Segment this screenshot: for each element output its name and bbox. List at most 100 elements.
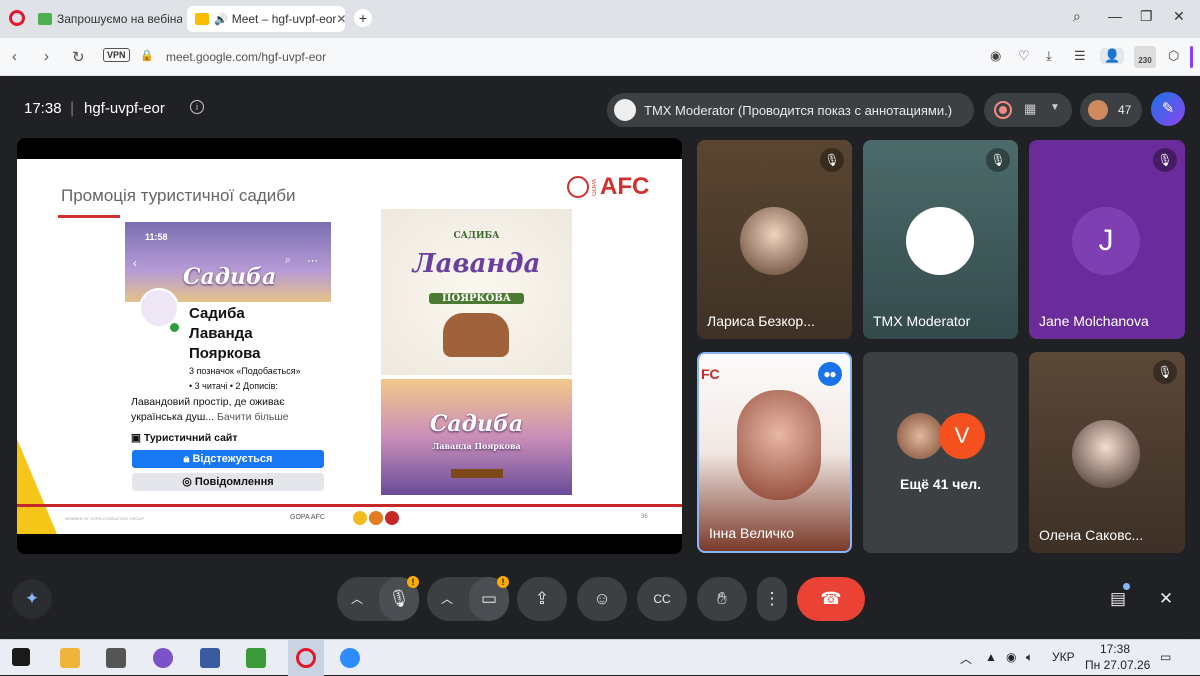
tab-label: Meet – hgf-uvpf-eor bbox=[231, 12, 337, 26]
mail-icon bbox=[38, 13, 52, 25]
participant-tile[interactable]: 🎙︎ Лариса Безкор... bbox=[697, 140, 852, 339]
heart-icon[interactable]: ♡ bbox=[1018, 48, 1030, 64]
chevron-up-icon[interactable]: ︿ bbox=[351, 577, 363, 621]
address-bar: ‹ › ↻ VPN 🔒 meet.google.com/hgf-uvpf-eor… bbox=[0, 38, 1200, 76]
name-line: Садиба bbox=[189, 305, 245, 322]
opera-icon[interactable] bbox=[296, 648, 316, 668]
message-label: Повідомлення bbox=[194, 476, 274, 488]
profile-icon[interactable]: 👤 bbox=[1100, 48, 1125, 64]
lock-icon[interactable]: 🔒 bbox=[140, 49, 154, 62]
opera-logo-icon[interactable] bbox=[9, 10, 25, 26]
new-tab-button[interactable]: + bbox=[354, 9, 372, 27]
chevron-up-icon[interactable]: ︿ bbox=[441, 577, 453, 621]
volume-icon[interactable]: 🔈︎ bbox=[1026, 650, 1033, 665]
captions-icon[interactable]: CC bbox=[637, 577, 687, 621]
category-text: Туристичний сайт bbox=[143, 432, 238, 444]
globe-icon bbox=[567, 176, 589, 198]
slide-title: Промоція туристичної садиби bbox=[61, 186, 296, 205]
minimize-button[interactable]: — bbox=[1108, 8, 1122, 24]
participant-name: Олена Саковс... bbox=[1039, 527, 1144, 543]
avatar: V bbox=[939, 413, 985, 459]
lavanda-logo-image: САДИБА Лаванда ПОЯРКОВА bbox=[381, 209, 572, 375]
logo-line: САДИБА bbox=[453, 231, 500, 241]
download-icon[interactable]: ⤓ bbox=[1046, 48, 1052, 64]
back-icon[interactable]: ‹ bbox=[12, 48, 17, 65]
facebook-profile-screenshot: 11:58 ‹ ⌕ ⋯ Садиба Садиба Лаванда Поярко… bbox=[125, 222, 331, 494]
search-icon[interactable]: ⌕ bbox=[1073, 8, 1081, 25]
vpn-badge[interactable]: VPN bbox=[103, 48, 130, 62]
leave-call-button[interactable]: ☎ bbox=[797, 577, 865, 621]
participant-name: Лариса Безкор... bbox=[707, 313, 815, 329]
more-participants-tile[interactable]: V Ещё 41 чел. bbox=[863, 352, 1018, 553]
emoji-icon[interactable]: ☺ bbox=[577, 577, 627, 621]
clock-time[interactable]: 17:38 bbox=[1100, 642, 1130, 656]
language-indicator[interactable]: УКР bbox=[1052, 650, 1075, 664]
presenter-avatar bbox=[614, 99, 636, 121]
participant-tile[interactable]: 🎙︎ TMX Moderator bbox=[863, 140, 1018, 339]
tray-app-icon[interactable]: ▲ bbox=[985, 650, 997, 664]
background-logo: FC bbox=[701, 366, 720, 382]
captions-off-icon[interactable]: ▦ bbox=[1024, 101, 1036, 117]
tray-viber-icon[interactable]: ◉ bbox=[1006, 650, 1016, 664]
gemini-icon[interactable]: ✦ bbox=[12, 579, 52, 619]
tab-meet[interactable]: 🔊 Meet – hgf-uvpf-eor ✕ bbox=[187, 6, 345, 32]
profile-category: ▣ Туристичний сайт bbox=[131, 432, 238, 444]
file-explorer-icon[interactable] bbox=[60, 648, 80, 668]
profile-bio: Лавандовий простір, де оживає українська… bbox=[131, 395, 331, 425]
url-field[interactable]: meet.google.com/hgf-uvpf-eor bbox=[166, 50, 326, 64]
profile-name: Садиба Лаванда Пояркова bbox=[189, 304, 261, 364]
search-icon: ⌕ bbox=[285, 254, 292, 266]
jugs-illustration bbox=[443, 313, 509, 357]
meet-window: 17:38 | hgf-uvpf-eor i TMX Moderator (Пр… bbox=[0, 76, 1200, 639]
banner-brand: Садиба bbox=[183, 264, 277, 290]
info-icon[interactable]: i bbox=[190, 100, 204, 114]
avatar: J bbox=[1072, 207, 1140, 275]
windows-start-icon[interactable] bbox=[12, 648, 30, 666]
book-button bbox=[451, 469, 503, 478]
participant-tile[interactable]: J 🎙︎ Jane Molchanova bbox=[1029, 140, 1185, 339]
app-icon[interactable] bbox=[246, 648, 266, 668]
raise-hand-icon[interactable]: ✋︎ bbox=[697, 577, 747, 621]
easy-setup-icon[interactable]: ☰ bbox=[1074, 48, 1086, 64]
participant-tile-speaking[interactable]: FC ⦁⦁ Інна Величко bbox=[697, 352, 852, 553]
presenter-indicator[interactable]: TMX Moderator (Проводится показ с аннота… bbox=[607, 93, 974, 127]
camera-snapshot-icon[interactable]: ◉ bbox=[990, 48, 1001, 64]
recording-controls[interactable]: ▦ ▼ bbox=[984, 93, 1072, 127]
close-tab-icon[interactable]: ✕ bbox=[336, 12, 345, 26]
image-title: Садиба bbox=[429, 411, 524, 437]
calculator-icon[interactable] bbox=[106, 648, 126, 668]
present-screen-button[interactable]: ⇪ bbox=[517, 577, 567, 621]
reload-icon[interactable]: ↻ bbox=[72, 48, 85, 66]
activities-icon[interactable]: ✕ bbox=[1146, 577, 1186, 621]
clock-date[interactable]: Пн 27.07.26 bbox=[1085, 658, 1150, 672]
forward-icon[interactable]: › bbox=[44, 48, 49, 65]
page-number: 36 bbox=[641, 514, 648, 520]
chat-icon[interactable]: ▤ bbox=[1098, 577, 1138, 621]
participant-name: Jane Molchanova bbox=[1039, 313, 1149, 329]
record-icon[interactable] bbox=[994, 101, 1012, 119]
zoom-icon[interactable] bbox=[340, 648, 360, 668]
viber-icon[interactable] bbox=[153, 648, 173, 668]
participant-tile[interactable]: 🎙︎ Олена Саковс... bbox=[1029, 352, 1185, 553]
more-options-icon[interactable]: ⋮ bbox=[757, 577, 787, 621]
chevron-down-icon[interactable]: ▼ bbox=[1050, 102, 1060, 113]
notifications-icon[interactable]: ▭ bbox=[1160, 650, 1171, 664]
save-icon[interactable] bbox=[200, 648, 220, 668]
gemini-pen-icon[interactable]: ✎ bbox=[1151, 92, 1185, 126]
restore-button[interactable]: ❐ bbox=[1140, 8, 1153, 25]
participants-button[interactable]: 47 bbox=[1080, 93, 1142, 127]
footer-line bbox=[17, 504, 682, 507]
close-window-button[interactable]: ✕ bbox=[1173, 8, 1185, 25]
slide: Промоція туристичної садиби GOPA AFC 11:… bbox=[17, 159, 682, 534]
mic-off-icon: 🎙︎ bbox=[1153, 148, 1177, 172]
extensions-cube-icon[interactable]: ⬡ bbox=[1168, 48, 1179, 64]
stats-line: • 3 читачі • 2 Дописів: bbox=[189, 381, 278, 391]
name-line: Пояркова bbox=[189, 345, 261, 362]
avatar bbox=[740, 207, 808, 275]
tray-chevron-icon[interactable]: ︿ bbox=[960, 650, 972, 667]
footer-small-text: MEMBER OF GOPA CONSULTING GROUP bbox=[65, 516, 145, 521]
participant-count: 47 bbox=[1118, 103, 1132, 117]
tab-webinar[interactable]: Запрошуємо на вебінар bbox=[30, 6, 182, 32]
extension-badge[interactable]: 230 bbox=[1134, 46, 1156, 68]
logo-circle bbox=[385, 511, 399, 525]
